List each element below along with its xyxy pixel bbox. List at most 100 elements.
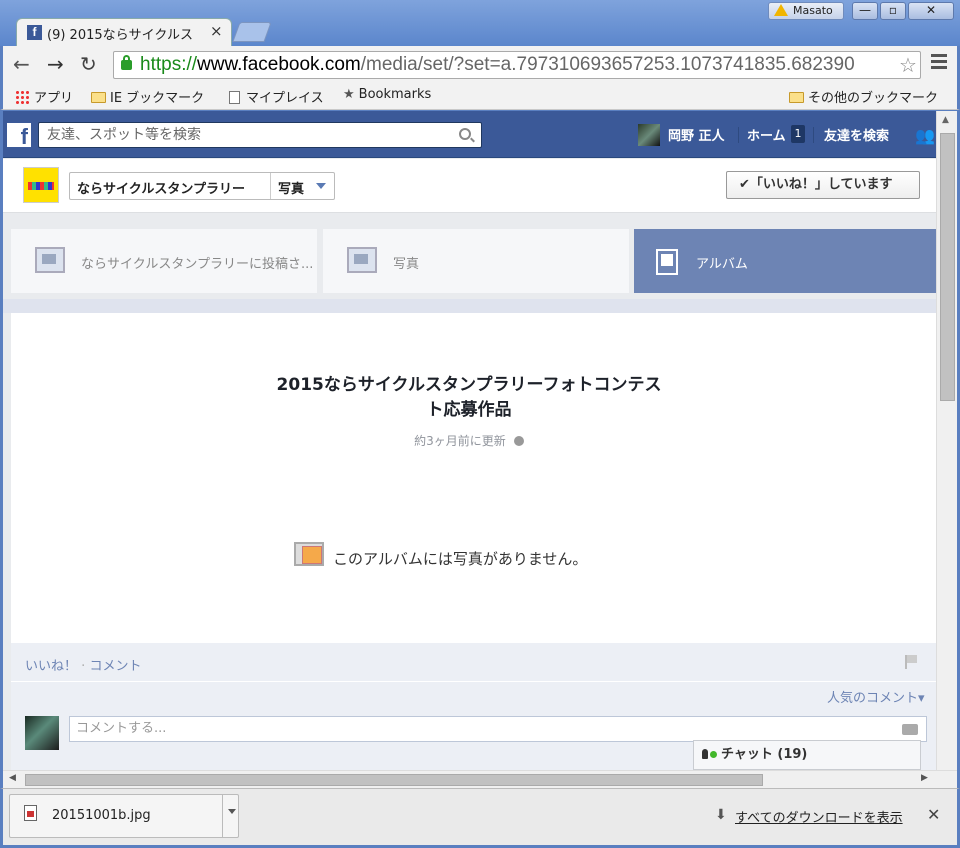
forward-button[interactable]: →: [47, 52, 64, 76]
facebook-favicon-icon: f: [27, 25, 42, 40]
bookmark-apps[interactable]: アプリ: [15, 87, 73, 106]
bookmark-apps-label: アプリ: [34, 91, 74, 106]
friend-requests-icon[interactable]: 👥: [915, 126, 935, 145]
address-bar[interactable]: https://www.facebook.com/media/set/?set=…: [113, 51, 921, 79]
comment-placeholder: コメントする...: [76, 721, 167, 736]
profile-button[interactable]: Masato: [768, 2, 844, 20]
scroll-right-icon[interactable]: ▶: [921, 773, 928, 783]
browser-tab[interactable]: f (9) 2015ならサイクルス ×: [16, 18, 232, 46]
action-separator: ·: [81, 659, 86, 674]
browser-toolbar: ← → ↻ https://www.facebook.com/media/set…: [0, 46, 960, 84]
search-icon[interactable]: [459, 128, 471, 140]
bookmark-other[interactable]: その他のブックマーク: [789, 87, 938, 106]
maximize-button[interactable]: ▫: [880, 2, 906, 20]
minimize-button[interactable]: —: [852, 2, 878, 20]
flag-icon[interactable]: [905, 655, 917, 669]
tab-label: アルバム: [696, 257, 748, 272]
album-title-line2: ト応募作品: [426, 400, 512, 420]
tab-posted-photos[interactable]: ならサイクルスタンプラリーに投稿さ...: [11, 229, 317, 293]
photo-stack-icon: [35, 247, 65, 273]
comment-avatar: [25, 716, 59, 750]
feedback-actions: いいね！ · コメント: [25, 655, 141, 674]
find-friends-link[interactable]: 友達を検索: [824, 125, 889, 144]
search-placeholder: 友達、スポット等を検索: [47, 127, 201, 143]
comment-link[interactable]: コメント: [89, 659, 141, 674]
nav-divider: [738, 127, 739, 143]
download-shelf: 20151001b.jpg ⬇ すべてのダウンロードを表示 ✕: [0, 788, 960, 848]
scroll-up-icon[interactable]: ▲: [942, 115, 949, 125]
bookmark-ie[interactable]: IE ブックマーク: [91, 87, 204, 106]
page-selector[interactable]: ならサイクルスタンプラリー 写真: [69, 172, 335, 200]
selector-divider: [270, 173, 271, 199]
album-icon: [656, 249, 678, 275]
download-icon: ⬇: [715, 807, 727, 823]
show-all-downloads-link[interactable]: すべてのダウンロードを表示: [735, 807, 903, 826]
vertical-scroll-thumb[interactable]: [940, 133, 955, 401]
page-thumbnail[interactable]: [23, 167, 59, 203]
apps-grid-icon: [15, 90, 29, 104]
chevron-down-icon[interactable]: [316, 183, 326, 189]
url-text: https://www.facebook.com/media/set/?set=…: [140, 54, 855, 76]
tab-label: ならサイクルスタンプラリーに投稿さ...: [81, 257, 314, 272]
vertical-scrollbar[interactable]: ▲: [936, 111, 957, 770]
horizontal-scrollbar[interactable]: ◀ ▶: [3, 770, 957, 788]
close-shelf-icon[interactable]: ✕: [927, 805, 940, 824]
bookmarks-bar: アプリ IE ブックマーク マイプレイス ★ Bookmarks その他のブックマ…: [0, 84, 960, 110]
url-scheme: https://: [140, 54, 198, 75]
comment-input[interactable]: コメントする...: [69, 716, 927, 742]
nav-divider: [813, 127, 814, 143]
download-divider: [222, 795, 223, 837]
page-name: ならサイクルスタンプラリー: [77, 182, 245, 197]
photo-tabs: ならサイクルスタンプラリーに投稿さ... 写真 アルバム: [3, 229, 936, 295]
facebook-search-input[interactable]: 友達、スポット等を検索: [38, 122, 482, 148]
image-file-icon: [24, 805, 37, 821]
download-file-name: 20151001b.jpg: [52, 808, 151, 823]
bookmark-myplaces-label: マイプレイス: [246, 91, 324, 106]
chat-sidebar-tab[interactable]: チャット (19): [693, 740, 921, 770]
tab-albums[interactable]: アルバム: [634, 229, 936, 293]
bookmark-bookmarks[interactable]: ★ Bookmarks: [343, 87, 431, 102]
empty-album-icon: [294, 542, 324, 566]
globe-icon[interactable]: [513, 436, 524, 446]
facebook-top-bar: f 友達、スポット等を検索 岡野 正人 ホーム 1 友達を検索 👥: [3, 111, 936, 158]
album-title-line1: 2015ならサイクルスタンプラリーフォトコンテス: [276, 375, 662, 395]
folder-icon: [789, 92, 804, 103]
chevron-down-icon[interactable]: [228, 809, 236, 814]
bookmark-bookmarks-label: Bookmarks: [358, 87, 432, 102]
reload-button[interactable]: ↻: [80, 52, 97, 76]
page-viewport: f 友達、スポット等を検索 岡野 正人 ホーム 1 友達を検索 👥 ならサイクル…: [3, 111, 936, 770]
bookmark-star-icon[interactable]: ☆: [896, 53, 917, 77]
comment-order-dropdown[interactable]: 人気のコメント▾: [827, 687, 925, 706]
online-dot-icon: [710, 751, 717, 758]
close-window-button[interactable]: ✕: [908, 2, 954, 20]
back-button[interactable]: ←: [13, 52, 30, 76]
camera-icon[interactable]: [902, 724, 918, 735]
album-title: 2015ならサイクルスタンプラリーフォトコンテス ト応募作品: [229, 373, 709, 423]
home-link[interactable]: ホーム: [747, 125, 786, 144]
tab-title: (9) 2015ならサイクルス: [47, 28, 193, 43]
like-link[interactable]: いいね！: [25, 659, 77, 674]
warning-icon: [774, 4, 788, 16]
home-count-badge: 1: [791, 125, 805, 143]
chat-label: チャット (19): [721, 747, 808, 762]
download-item[interactable]: 20151001b.jpg: [9, 794, 239, 838]
scroll-left-icon[interactable]: ◀: [9, 773, 16, 783]
photo-icon: [347, 247, 377, 273]
horizontal-scroll-thumb[interactable]: [25, 774, 763, 786]
liked-button[interactable]: ✔「いいね！」しています: [726, 171, 920, 199]
user-name-link[interactable]: 岡野 正人: [668, 125, 725, 144]
tab-photos[interactable]: 写真: [323, 229, 629, 293]
bookmark-myplaces[interactable]: マイプレイス: [229, 87, 324, 106]
album-updated-text: 約3ヶ月前に更新: [414, 434, 506, 448]
star-icon: ★: [343, 87, 355, 102]
empty-album-message: このアルバムには写真がありません。: [333, 550, 588, 568]
user-avatar[interactable]: [638, 124, 660, 146]
bookmark-ie-label: IE ブックマーク: [110, 91, 205, 106]
folder-icon: [91, 92, 106, 103]
page-icon: [229, 91, 240, 104]
tab-close-icon[interactable]: ×: [210, 22, 223, 40]
menu-icon[interactable]: [931, 54, 947, 72]
facebook-logo-icon[interactable]: f: [7, 123, 31, 147]
divider: [11, 681, 936, 682]
lock-body-icon: [121, 60, 132, 70]
